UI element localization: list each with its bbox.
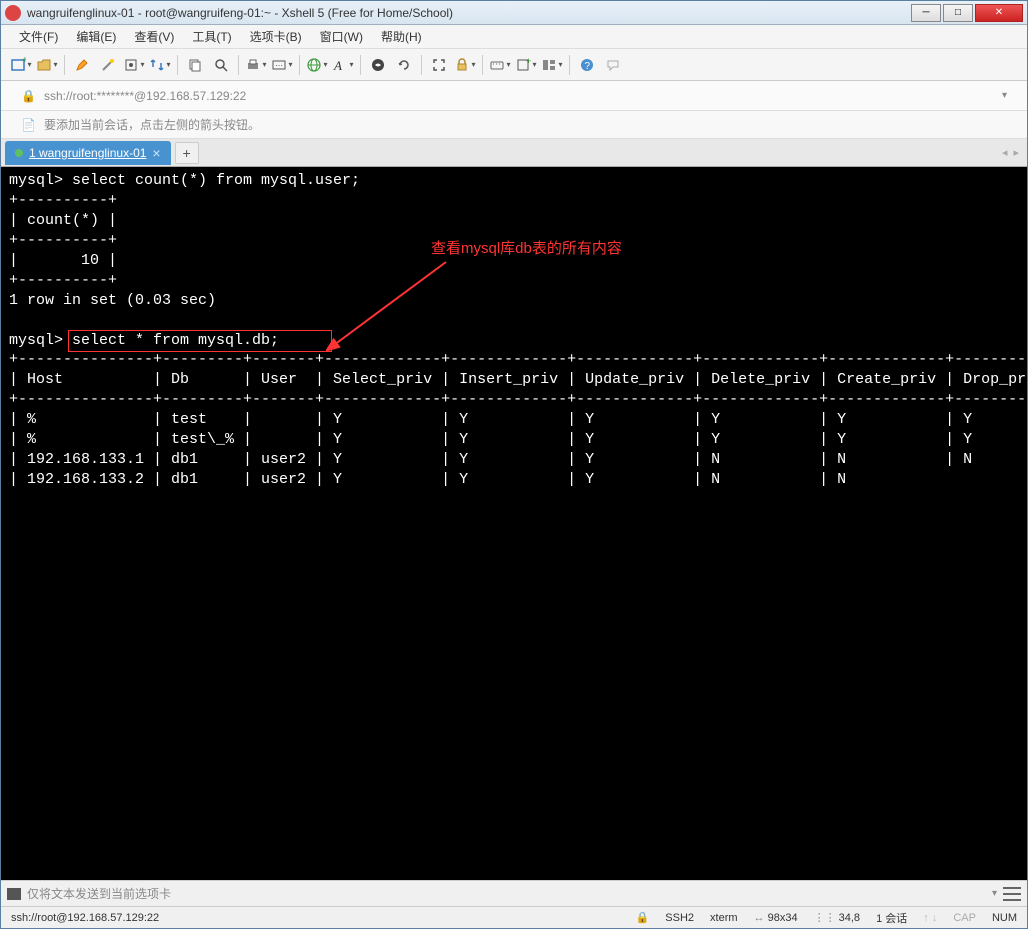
menu-tools[interactable]: 工具(T) xyxy=(184,25,239,48)
hint-bar: 📄 要添加当前会话，点击左侧的箭头按钮。 xyxy=(1,111,1027,139)
send-dropdown-icon[interactable]: ▾ xyxy=(992,888,997,899)
send-menu-icon[interactable] xyxy=(1003,887,1021,901)
font-button[interactable]: A▾ xyxy=(331,53,355,77)
menu-file[interactable]: 文件(F) xyxy=(11,25,66,48)
status-sessions: 1 会话 xyxy=(876,910,907,926)
separator xyxy=(421,55,422,75)
open-button[interactable]: ▾ xyxy=(35,53,59,77)
status-pos: 34,8 xyxy=(839,912,860,924)
status-term: xterm xyxy=(710,912,738,924)
svg-text:+: + xyxy=(22,57,26,66)
status-bar: ssh://root@192.168.57.129:22 🔒 SSH2 xter… xyxy=(1,906,1027,928)
menubar: 文件(F) 编辑(E) 查看(V) 工具(T) 选项卡(B) 窗口(W) 帮助(… xyxy=(1,25,1027,49)
separator xyxy=(482,55,483,75)
svg-text:?: ? xyxy=(585,61,591,72)
status-cap: CAP xyxy=(953,912,976,924)
fullscreen-button[interactable] xyxy=(427,53,451,77)
menu-window[interactable]: 窗口(W) xyxy=(312,25,371,48)
address-dropdown-icon[interactable]: ▾ xyxy=(1002,90,1007,101)
script-button[interactable] xyxy=(366,53,390,77)
status-size: 98x34 xyxy=(768,912,798,924)
status-ssh: SSH2 xyxy=(665,912,694,924)
menu-view[interactable]: 查看(V) xyxy=(126,25,182,48)
terminal[interactable]: mysql> select count(*) from mysql.user; … xyxy=(1,167,1027,880)
svg-text:A: A xyxy=(333,58,342,73)
tab-close-icon[interactable]: × xyxy=(152,145,160,161)
terminal-output: mysql> select count(*) from mysql.user; … xyxy=(9,171,1019,490)
app-window: wangruifenglinux-01 - root@wangruifeng-0… xyxy=(0,0,1028,929)
refresh-button[interactable] xyxy=(392,53,416,77)
encoding-button[interactable]: ⋯▾ xyxy=(270,53,294,77)
hint-arrow-icon[interactable]: 📄 xyxy=(21,118,36,132)
status-num: NUM xyxy=(992,912,1017,924)
toolbar: +▾ ▾ ▾ ▾ ▾ ⋯▾ ▾ A▾ ▾ ▾ +▾ ▾ ? xyxy=(1,49,1027,81)
menu-edit[interactable]: 编辑(E) xyxy=(68,25,124,48)
layout-button[interactable]: ▾ xyxy=(540,53,564,77)
titlebar[interactable]: wangruifenglinux-01 - root@wangruifeng-0… xyxy=(1,1,1027,25)
window-controls: ─ □ ✕ xyxy=(911,4,1023,22)
maximize-button[interactable]: □ xyxy=(943,4,973,22)
window-title: wangruifenglinux-01 - root@wangruifeng-0… xyxy=(27,6,911,20)
minimize-button[interactable]: ─ xyxy=(911,4,941,22)
send-mode-icon[interactable] xyxy=(7,888,21,900)
highlight-button[interactable] xyxy=(70,53,94,77)
globe-button[interactable]: ▾ xyxy=(305,53,329,77)
transfer-button[interactable]: ▾ xyxy=(148,53,172,77)
tab-status-dot xyxy=(15,149,23,157)
send-bar-text: 仅将文本发送到当前选项卡 xyxy=(27,885,171,902)
separator xyxy=(238,55,239,75)
tab-next-icon[interactable]: ▸ xyxy=(1013,146,1019,159)
separator xyxy=(360,55,361,75)
address-url: ssh://root:********@192.168.57.129:22 xyxy=(44,89,246,103)
new-session-button[interactable]: +▾ xyxy=(9,53,33,77)
tabsbar: 1 wangruifenglinux-01 × + ◂ ▸ xyxy=(1,139,1027,167)
tab-label: 1 wangruifenglinux-01 xyxy=(29,146,146,160)
tab-nav: ◂ ▸ xyxy=(1002,146,1019,159)
status-arrows: ↑ ↓ xyxy=(923,912,937,924)
tab-add-button[interactable]: + xyxy=(175,142,199,164)
status-ssh-icon: 🔒 xyxy=(636,911,650,924)
close-button[interactable]: ✕ xyxy=(975,4,1023,22)
svg-text:+: + xyxy=(526,57,531,66)
addressbar[interactable]: 🔒 ssh://root:********@192.168.57.129:22 … xyxy=(1,81,1027,111)
app-icon xyxy=(5,5,21,21)
print-button[interactable]: ▾ xyxy=(244,53,268,77)
window-button[interactable]: +▾ xyxy=(514,53,538,77)
menu-help[interactable]: 帮助(H) xyxy=(373,25,430,48)
session-tab[interactable]: 1 wangruifenglinux-01 × xyxy=(5,141,171,165)
status-connection: ssh://root@192.168.57.129:22 xyxy=(11,912,636,924)
send-bar: 仅将文本发送到当前选项卡 ▾ xyxy=(1,880,1027,906)
separator xyxy=(299,55,300,75)
lock-button[interactable]: ▾ xyxy=(453,53,477,77)
separator xyxy=(177,55,178,75)
keyboard-button[interactable]: ▾ xyxy=(488,53,512,77)
menu-tabs[interactable]: 选项卡(B) xyxy=(242,25,310,48)
tab-prev-icon[interactable]: ◂ xyxy=(1002,146,1008,159)
search-button[interactable] xyxy=(209,53,233,77)
wand-button[interactable] xyxy=(96,53,120,77)
copy-button[interactable] xyxy=(183,53,207,77)
settings-button[interactable]: ▾ xyxy=(122,53,146,77)
lock-icon: 🔒 xyxy=(21,89,36,103)
separator xyxy=(64,55,65,75)
help-icon-button[interactable]: ? xyxy=(575,53,599,77)
comment-button[interactable] xyxy=(601,53,625,77)
separator xyxy=(569,55,570,75)
svg-text:⋯: ⋯ xyxy=(275,61,283,70)
hint-text: 要添加当前会话，点击左侧的箭头按钮。 xyxy=(44,116,260,133)
